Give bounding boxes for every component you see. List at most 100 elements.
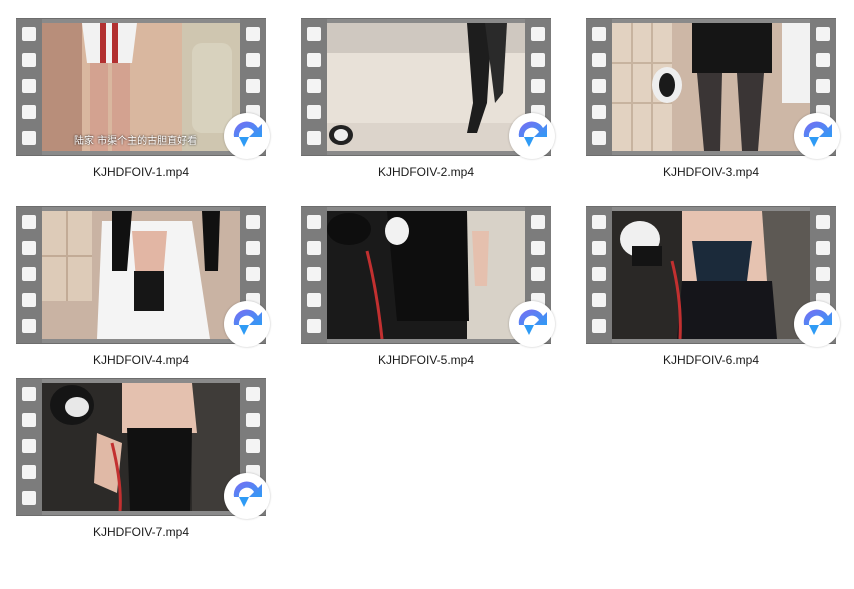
video-file-item[interactable]: KJHDFOIV-6.mp4	[570, 206, 840, 376]
thumbnail-image	[612, 211, 810, 339]
film-strip-left	[16, 207, 42, 343]
sprocket-hole	[22, 53, 36, 67]
player-badge-icon	[794, 113, 840, 159]
video-subtitle: 陆家 市渠个主的古胆直好看	[74, 136, 198, 147]
video-thumbnail[interactable]	[16, 378, 270, 519]
sprocket-hole	[816, 267, 830, 281]
sprocket-hole	[531, 215, 545, 229]
sprocket-hole	[592, 293, 606, 307]
sprocket-hole	[816, 215, 830, 229]
sprocket-hole	[22, 131, 36, 145]
sprocket-hole	[592, 319, 606, 333]
thumbnail-frame	[42, 383, 240, 511]
sprocket-hole	[531, 79, 545, 93]
sprocket-hole	[592, 241, 606, 255]
video-file-item[interactable]: KJHDFOIV-7.mp4	[0, 378, 270, 548]
sprocket-hole	[307, 131, 321, 145]
sprocket-hole	[592, 105, 606, 119]
thumbnail-frame	[612, 23, 810, 151]
video-file-item[interactable]: KJHDFOIV-5.mp4	[285, 206, 555, 376]
sprocket-hole	[307, 53, 321, 67]
video-thumbnail[interactable]: 陆家 市渠个主的古胆直好看	[16, 18, 270, 159]
player-badge-icon	[509, 113, 555, 159]
thumbnail-frame	[327, 211, 525, 339]
film-strip-left	[301, 19, 327, 155]
sprocket-hole	[246, 241, 260, 255]
video-file-item[interactable]: 陆家 市渠个主的古胆直好看 KJHDFOIV-1.mp4	[0, 18, 270, 188]
sprocket-hole	[22, 491, 36, 505]
sprocket-hole	[22, 215, 36, 229]
sprocket-hole	[531, 267, 545, 281]
sprocket-hole	[22, 319, 36, 333]
film-strip-left	[16, 379, 42, 515]
sprocket-hole	[307, 319, 321, 333]
video-thumbnail[interactable]	[586, 18, 840, 159]
player-badge-icon	[224, 473, 270, 519]
sprocket-hole	[307, 267, 321, 281]
file-name-label: KJHDFOIV-3.mp4	[662, 165, 760, 179]
sprocket-hole	[307, 241, 321, 255]
sprocket-hole	[246, 413, 260, 427]
thumbnail-image	[327, 23, 525, 151]
sprocket-hole	[816, 27, 830, 41]
thumbnail-image	[42, 211, 240, 339]
video-thumbnail[interactable]	[301, 206, 555, 347]
sprocket-hole	[816, 79, 830, 93]
sprocket-hole	[22, 413, 36, 427]
sprocket-hole	[246, 27, 260, 41]
file-grid: 陆家 市渠个主的古胆直好看 KJHDFOIV-1.mp4 KJHDFOIV-2.…	[0, 0, 854, 589]
sprocket-hole	[22, 465, 36, 479]
file-name-label: KJHDFOIV-2.mp4	[377, 165, 475, 179]
video-file-item[interactable]: KJHDFOIV-3.mp4	[570, 18, 840, 188]
thumbnail-frame: 陆家 市渠个主的古胆直好看	[42, 23, 240, 151]
thumbnail-frame	[612, 211, 810, 339]
player-badge-icon	[794, 301, 840, 347]
sprocket-hole	[592, 79, 606, 93]
file-name-label: KJHDFOIV-6.mp4	[662, 353, 760, 367]
sprocket-hole	[246, 387, 260, 401]
sprocket-hole	[592, 267, 606, 281]
film-strip-left	[301, 207, 327, 343]
sprocket-hole	[816, 241, 830, 255]
sprocket-hole	[307, 215, 321, 229]
sprocket-hole	[592, 53, 606, 67]
sprocket-hole	[22, 105, 36, 119]
sprocket-hole	[816, 53, 830, 67]
sprocket-hole	[22, 267, 36, 281]
sprocket-hole	[246, 79, 260, 93]
sprocket-hole	[22, 79, 36, 93]
sprocket-hole	[22, 439, 36, 453]
sprocket-hole	[22, 387, 36, 401]
sprocket-hole	[592, 131, 606, 145]
file-name-label: KJHDFOIV-4.mp4	[92, 353, 190, 367]
sprocket-hole	[22, 27, 36, 41]
video-file-item[interactable]: KJHDFOIV-2.mp4	[285, 18, 555, 188]
film-strip-left	[586, 19, 612, 155]
thumbnail-image	[612, 23, 810, 151]
film-strip-left	[586, 207, 612, 343]
film-strip-left	[16, 19, 42, 155]
player-badge-icon	[224, 113, 270, 159]
sprocket-hole	[22, 293, 36, 307]
thumbnail-frame	[42, 211, 240, 339]
sprocket-hole	[246, 53, 260, 67]
sprocket-hole	[531, 241, 545, 255]
player-badge-icon	[509, 301, 555, 347]
sprocket-hole	[246, 439, 260, 453]
thumbnail-frame	[327, 23, 525, 151]
video-thumbnail[interactable]	[16, 206, 270, 347]
file-name-label: KJHDFOIV-5.mp4	[377, 353, 475, 367]
video-thumbnail[interactable]	[586, 206, 840, 347]
player-badge-icon	[224, 301, 270, 347]
sprocket-hole	[246, 215, 260, 229]
sprocket-hole	[307, 293, 321, 307]
sprocket-hole	[531, 53, 545, 67]
thumbnail-image	[327, 211, 525, 339]
file-name-label: KJHDFOIV-7.mp4	[92, 525, 190, 539]
sprocket-hole	[592, 27, 606, 41]
video-file-item[interactable]: KJHDFOIV-4.mp4	[0, 206, 270, 376]
video-thumbnail[interactable]	[301, 18, 555, 159]
sprocket-hole	[307, 79, 321, 93]
sprocket-hole	[307, 27, 321, 41]
sprocket-hole	[307, 105, 321, 119]
